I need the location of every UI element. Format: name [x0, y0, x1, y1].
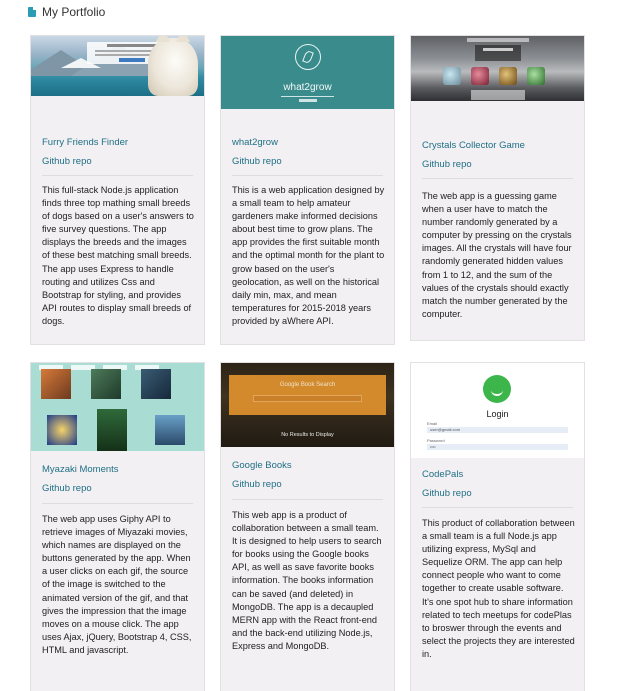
project-card-what2grow: what2grow what2grow Github repo This is … — [220, 35, 395, 345]
project-card-myazaki: Myazaki Moments Github repo The web app … — [30, 362, 205, 691]
github-repo-link[interactable]: Github repo — [422, 159, 472, 170]
project-title: Myazaki Moments — [42, 464, 119, 475]
divider — [422, 507, 573, 508]
thumb-email-value: user@gmail.com — [430, 427, 461, 432]
project-title: Google Books — [232, 460, 292, 471]
divider — [42, 503, 193, 504]
project-screenshot[interactable] — [31, 36, 204, 96]
project-title: what2grow — [232, 137, 278, 148]
divider — [232, 175, 383, 176]
project-screenshot[interactable]: Google Book Search No Results to Display — [221, 363, 394, 447]
project-description: This is a web application designed by a … — [232, 185, 385, 326]
project-card-google-books: Google Book Search No Results to Display… — [220, 362, 395, 691]
thumb-email-label: Email — [427, 421, 438, 426]
project-title: Furry Friends Finder — [42, 137, 129, 148]
github-repo-link[interactable]: Github repo — [42, 156, 92, 167]
github-repo-link[interactable]: Github repo — [42, 483, 92, 494]
crystal-image — [527, 67, 545, 85]
project-description: This full-stack Node.js application find… — [42, 185, 194, 326]
project-title: CodePals — [422, 469, 464, 480]
thumb-login-title: Login — [486, 409, 509, 419]
divider — [422, 178, 573, 179]
crystal-image — [499, 67, 517, 85]
project-card-codepals: Login Email user@gmail.com Password ••••… — [410, 362, 585, 691]
crystal-image — [443, 67, 461, 85]
thumb-password-label: Password — [427, 438, 445, 443]
page-title: My Portfolio — [42, 5, 106, 19]
crystal-image — [471, 67, 489, 85]
project-card-crystals: Crystals Collector Game Github repo The … — [410, 35, 585, 341]
project-description: The web app is a guessing game when a us… — [422, 191, 572, 319]
thumb-password-value: •••• — [430, 444, 436, 449]
github-repo-link[interactable]: Github repo — [422, 488, 472, 499]
github-repo-link[interactable]: Github repo — [232, 479, 282, 490]
project-screenshot[interactable] — [411, 36, 584, 101]
document-icon — [28, 7, 36, 17]
github-repo-link[interactable]: Github repo — [232, 156, 282, 167]
dog-image — [148, 36, 198, 96]
thumb-app-name: what2grow — [283, 82, 332, 93]
project-description: This web app is a product of collaborati… — [232, 510, 382, 651]
divider — [232, 499, 383, 500]
project-title: Crystals Collector Game — [422, 140, 525, 151]
thumb-no-results: No Results to Display — [281, 432, 334, 438]
project-card-furry-friends: Furry Friends Finder Github repo This fu… — [30, 35, 205, 345]
smiley-logo-icon — [483, 375, 511, 403]
divider — [42, 175, 193, 176]
project-description: This product of collaboration between a … — [422, 518, 575, 659]
project-screenshot[interactable]: Login Email user@gmail.com Password •••• — [411, 363, 584, 458]
project-description: The web app uses Giphy API to retrieve i… — [42, 514, 192, 655]
project-screenshot[interactable]: what2grow — [221, 36, 394, 109]
page-header: My Portfolio — [28, 5, 105, 19]
thumb-search-title: Google Book Search — [279, 382, 336, 388]
project-screenshot[interactable] — [31, 363, 204, 451]
